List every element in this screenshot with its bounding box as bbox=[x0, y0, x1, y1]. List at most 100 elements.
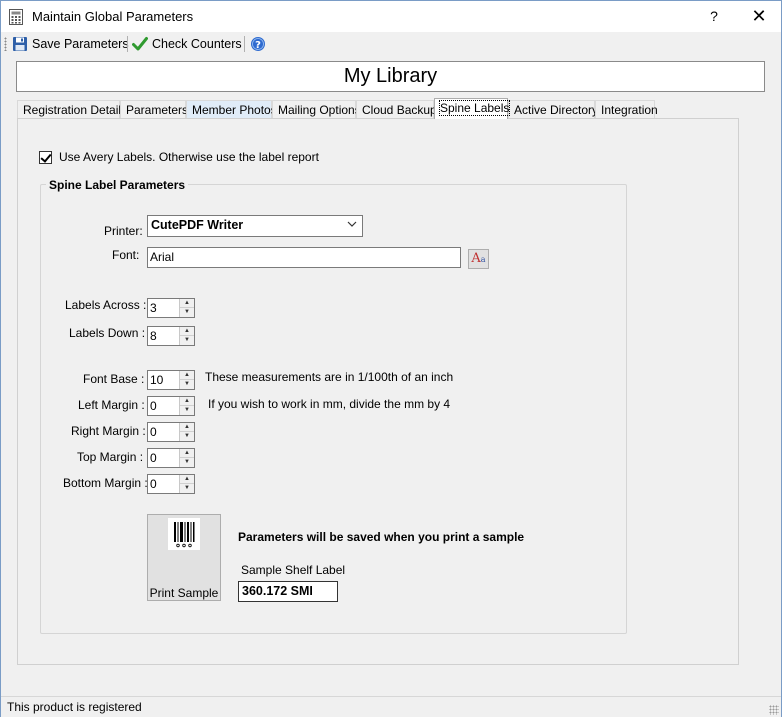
title-bar: Maintain Global Parameters ? ✕ bbox=[1, 1, 781, 32]
printer-select[interactable]: CutePDF Writer bbox=[147, 215, 363, 237]
sample-shelf-label: Sample Shelf Label bbox=[241, 563, 346, 577]
check-counters-button[interactable]: Check Counters bbox=[132, 34, 242, 54]
spin-down-icon[interactable]: ▼ bbox=[180, 336, 194, 345]
tab-active-directory[interactable]: Active Directory bbox=[508, 100, 599, 119]
font-base-spinner[interactable]: 10 ▲ ▼ bbox=[147, 370, 195, 390]
spin-up-icon[interactable]: ▲ bbox=[180, 327, 194, 336]
sample-shelf-field[interactable]: 360.172 SMI bbox=[238, 581, 338, 602]
tab-mailing-options[interactable]: Mailing Options bbox=[272, 100, 361, 119]
left-margin-value: 0 bbox=[150, 399, 157, 413]
tab-spine-labels[interactable]: Spine Labels bbox=[434, 98, 511, 119]
spinner-arrows[interactable]: ▲ ▼ bbox=[179, 397, 194, 415]
library-name-field: My Library bbox=[16, 61, 765, 92]
help-circle-icon: ? bbox=[251, 37, 265, 51]
tab-label: Integration bbox=[601, 103, 658, 117]
toolbar-grip bbox=[4, 37, 7, 51]
tab-label: Active Directory bbox=[514, 103, 599, 117]
resize-grip-icon[interactable] bbox=[769, 705, 779, 715]
tab-parameters[interactable]: Parameters bbox=[120, 100, 189, 119]
labels-down-value: 8 bbox=[150, 329, 157, 343]
use-avery-labels-label: Use Avery Labels. Otherwise use the labe… bbox=[59, 150, 319, 164]
spin-down-icon[interactable]: ▼ bbox=[180, 484, 194, 493]
status-text: This product is registered bbox=[7, 700, 142, 714]
spinner-arrows[interactable]: ▲ ▼ bbox=[179, 371, 194, 389]
print-sample-button[interactable]: Print Sample bbox=[147, 514, 221, 601]
status-bar: This product is registered bbox=[1, 696, 781, 717]
bottom-margin-label: Bottom Margin : bbox=[63, 476, 148, 490]
right-margin-spinner[interactable]: 0 ▲ ▼ bbox=[147, 422, 195, 442]
left-margin-spinner[interactable]: 0 ▲ ▼ bbox=[147, 396, 195, 416]
spin-up-icon[interactable]: ▲ bbox=[180, 423, 194, 432]
measurement-note: These measurements are in 1/100th of an … bbox=[205, 370, 454, 384]
tab-label: Registration Details bbox=[23, 103, 128, 117]
spinner-arrows[interactable]: ▲ ▼ bbox=[179, 475, 194, 493]
tab-label: Parameters bbox=[126, 103, 189, 117]
main-window: Maintain Global Parameters ? ✕ Save Para… bbox=[0, 0, 782, 717]
toolbar-separator bbox=[244, 36, 245, 52]
window-title: Maintain Global Parameters bbox=[32, 9, 194, 24]
font-picker-icon: Aa bbox=[471, 251, 486, 266]
svg-text:?: ? bbox=[255, 40, 261, 51]
labels-down-label: Labels Down : bbox=[69, 326, 146, 340]
check-counters-label: Check Counters bbox=[152, 37, 242, 51]
printer-value: CutePDF Writer bbox=[151, 218, 244, 232]
group-title: Spine Label Parameters bbox=[46, 178, 189, 192]
right-margin-label: Right Margin : bbox=[71, 424, 146, 438]
tab-label: Spine Labels bbox=[438, 100, 511, 116]
spinner-arrows[interactable]: ▲ ▼ bbox=[179, 423, 194, 441]
font-base-label: Font Base : bbox=[83, 372, 145, 386]
print-sample-label: Print Sample bbox=[149, 586, 219, 600]
font-base-value: 10 bbox=[150, 373, 164, 387]
spin-up-icon[interactable]: ▲ bbox=[180, 397, 194, 406]
top-margin-label: Top Margin : bbox=[77, 450, 144, 464]
spinner-arrows[interactable]: ▲ ▼ bbox=[179, 449, 194, 467]
left-margin-label: Left Margin : bbox=[78, 398, 145, 412]
spinner-arrows[interactable]: ▲ ▼ bbox=[179, 299, 194, 317]
spin-up-icon[interactable]: ▲ bbox=[180, 299, 194, 308]
toolbar-separator bbox=[127, 36, 128, 52]
help-toolbar-button[interactable]: ? bbox=[250, 34, 266, 54]
printer-label: Printer: bbox=[104, 224, 143, 238]
spin-down-icon[interactable]: ▼ bbox=[180, 406, 194, 415]
tab-cloud-backup[interactable]: Cloud Backup bbox=[356, 100, 437, 119]
spin-up-icon[interactable]: ▲ bbox=[180, 371, 194, 380]
toolbar: Save Parameters Check Counters ? bbox=[1, 32, 781, 56]
tab-registration-details[interactable]: Registration Details bbox=[17, 100, 127, 119]
checkmark-icon bbox=[132, 37, 148, 51]
top-margin-spinner[interactable]: 0 ▲ ▼ bbox=[147, 448, 195, 468]
right-margin-value: 0 bbox=[150, 425, 157, 439]
spin-up-icon[interactable]: ▲ bbox=[180, 449, 194, 458]
bottom-margin-value: 0 bbox=[150, 477, 157, 491]
font-field[interactable]: Arial bbox=[147, 247, 461, 268]
tab-integration[interactable]: Integration bbox=[595, 100, 658, 119]
spin-down-icon[interactable]: ▼ bbox=[180, 458, 194, 467]
labels-across-value: 3 bbox=[150, 301, 157, 315]
labels-down-spinner[interactable]: 8 ▲ ▼ bbox=[147, 326, 195, 346]
font-picker-button[interactable]: Aa bbox=[468, 249, 489, 269]
font-label: Font: bbox=[112, 248, 140, 262]
params-saved-note: Parameters will be saved when you print … bbox=[238, 530, 525, 544]
bottom-margin-spinner[interactable]: 0 ▲ ▼ bbox=[147, 474, 195, 494]
spin-up-icon[interactable]: ▲ bbox=[180, 475, 194, 484]
spin-down-icon[interactable]: ▼ bbox=[180, 432, 194, 441]
spin-down-icon[interactable]: ▼ bbox=[180, 308, 194, 317]
use-avery-labels-checkbox[interactable]: Use Avery Labels. Otherwise use the labe… bbox=[39, 150, 319, 164]
save-parameters-label: Save Parameters bbox=[32, 37, 129, 51]
save-parameters-button[interactable]: Save Parameters bbox=[12, 34, 129, 54]
tab-member-photos[interactable]: Member Photos bbox=[186, 100, 277, 119]
app-icon bbox=[9, 9, 23, 25]
close-button[interactable]: ✕ bbox=[737, 1, 781, 32]
chevron-down-icon bbox=[347, 219, 357, 232]
labels-across-spinner[interactable]: 3 ▲ ▼ bbox=[147, 298, 195, 318]
top-margin-value: 0 bbox=[150, 451, 157, 465]
floppy-disk-icon bbox=[13, 37, 27, 51]
mm-conversion-note: If you wish to work in mm, divide the mm… bbox=[208, 397, 451, 411]
help-button[interactable]: ? bbox=[693, 1, 735, 32]
tab-label: Member Photos bbox=[192, 103, 277, 117]
checkbox-checked-icon[interactable] bbox=[39, 150, 52, 164]
barcode-icon bbox=[168, 518, 200, 550]
tab-label: Cloud Backup bbox=[362, 103, 437, 117]
spinner-arrows[interactable]: ▲ ▼ bbox=[179, 327, 194, 345]
tab-label: Mailing Options bbox=[278, 103, 361, 117]
spin-down-icon[interactable]: ▼ bbox=[180, 380, 194, 389]
